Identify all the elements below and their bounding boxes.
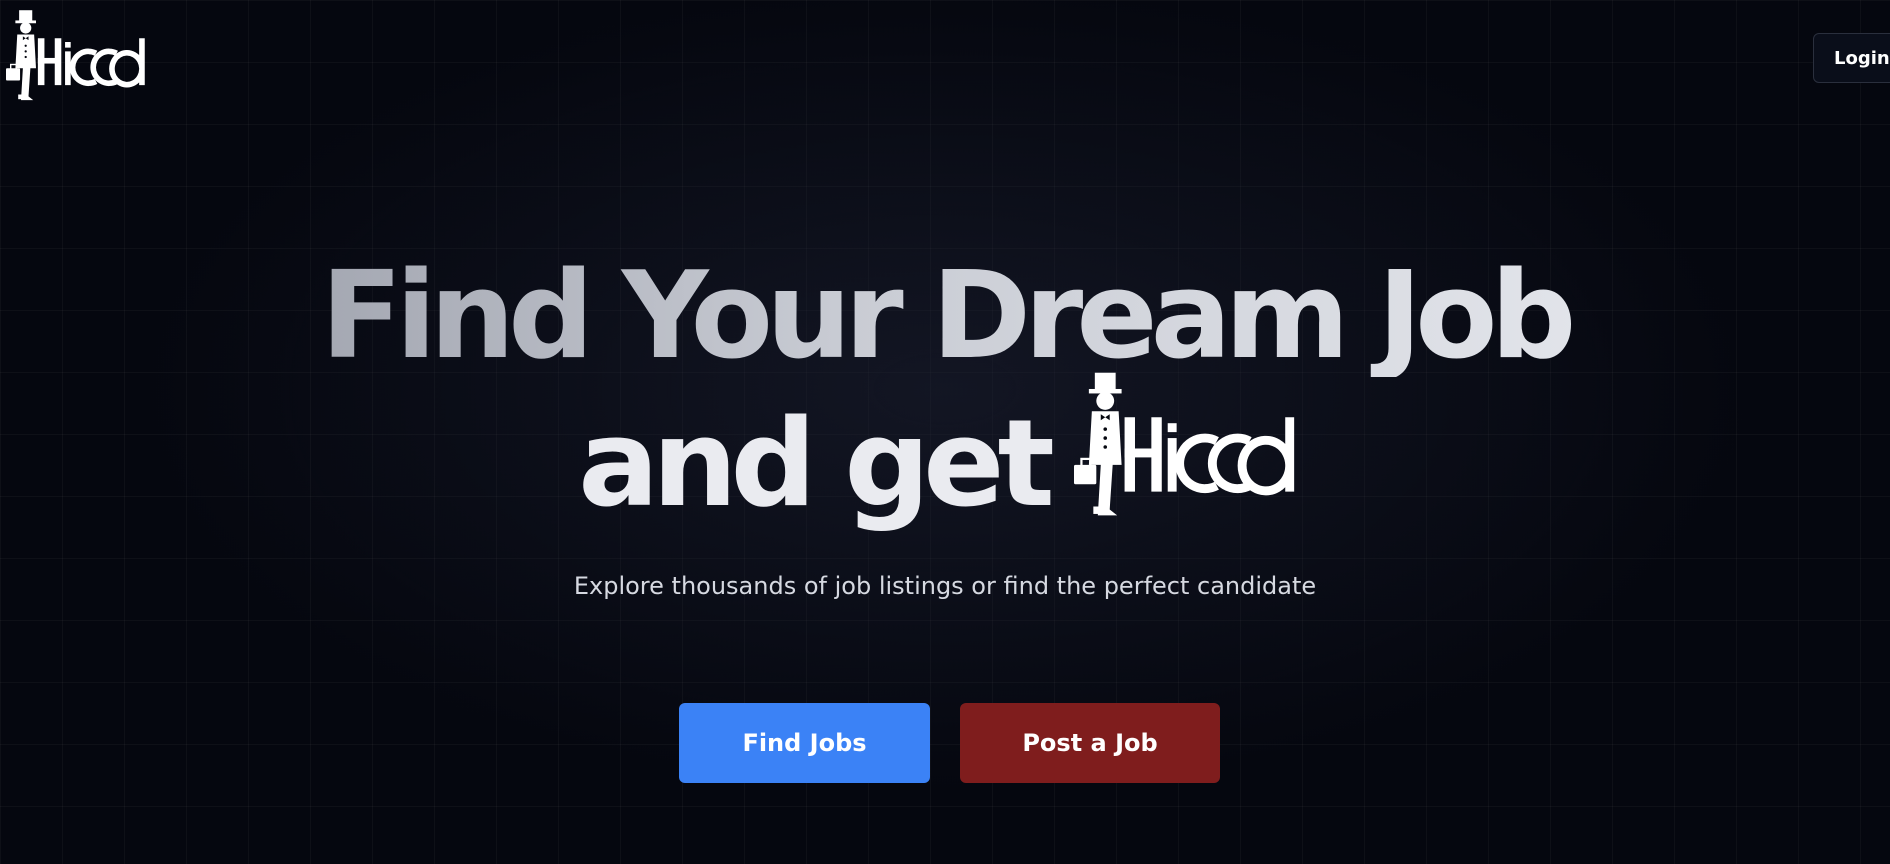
hirrd-logo[interactable] bbox=[6, 10, 156, 104]
hirrd-butler-logo-icon bbox=[6, 10, 156, 104]
hero-title-line-2: and get bbox=[0, 372, 1890, 532]
hero-title-line-2-text: and get bbox=[578, 395, 1055, 534]
find-jobs-button[interactable]: Find Jobs bbox=[679, 703, 930, 783]
hero-subtitle: Explore thousands of job listings or fin… bbox=[573, 572, 1317, 600]
hirrd-butler-logo-icon bbox=[1074, 372, 1312, 522]
login-button[interactable]: Login bbox=[1813, 33, 1890, 83]
post-job-button[interactable]: Post a Job bbox=[960, 703, 1220, 783]
hero-title-line-1: Find Your Dream Job bbox=[0, 257, 1890, 377]
